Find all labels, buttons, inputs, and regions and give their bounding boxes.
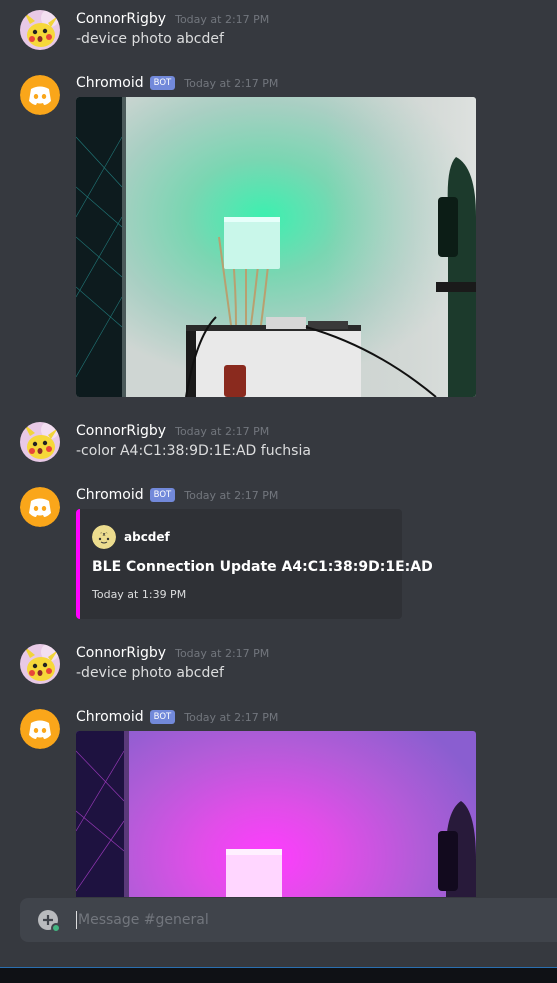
bot-tag: BOT xyxy=(149,710,176,724)
message-header: Chromoid BOT Today at 2:17 PM xyxy=(76,707,278,727)
user-avatar[interactable] xyxy=(20,10,60,50)
message-composer xyxy=(20,898,557,942)
message-header: ConnorRigby Today at 2:17 PM xyxy=(76,643,269,663)
message-text: -color A4:C1:38:9D:1E:AD fuchsia xyxy=(76,443,311,459)
pikachu-avatar-icon xyxy=(20,644,60,684)
timestamp: Today at 2:17 PM xyxy=(184,76,279,90)
discord-logo-icon xyxy=(20,709,60,749)
message-input[interactable] xyxy=(78,898,548,942)
embed-author: ᵔᴥᵔ abcdef xyxy=(92,525,170,549)
username[interactable]: ConnorRigby xyxy=(76,11,166,27)
username[interactable]: Chromoid xyxy=(76,487,144,503)
pikachu-avatar-icon xyxy=(20,10,60,50)
photo-attachment[interactable] xyxy=(76,97,476,397)
text-caret xyxy=(76,911,77,929)
message-text: -device photo abcdef xyxy=(76,665,224,681)
bot-avatar[interactable] xyxy=(20,487,60,527)
svg-text:ᵔᴥᵔ: ᵔᴥᵔ xyxy=(100,532,107,538)
discord-logo-icon xyxy=(20,75,60,115)
username[interactable]: Chromoid xyxy=(76,75,144,91)
bot-avatar[interactable] xyxy=(20,709,60,749)
embed-author-icon: ᵔᴥᵔ xyxy=(92,525,116,549)
username[interactable]: ConnorRigby xyxy=(76,645,166,661)
pikachu-avatar-icon xyxy=(20,422,60,462)
timestamp: Today at 2:17 PM xyxy=(175,646,270,660)
username[interactable]: ConnorRigby xyxy=(76,423,166,439)
message-header: Chromoid BOT Today at 2:17 PM xyxy=(76,485,278,505)
plus-circle-icon[interactable] xyxy=(38,910,61,933)
message-header: Chromoid BOT Today at 2:17 PM xyxy=(76,73,278,93)
timestamp: Today at 2:17 PM xyxy=(175,424,270,438)
user-avatar[interactable] xyxy=(20,644,60,684)
embed-title: BLE Connection Update A4:C1:38:9D:1E:AD xyxy=(92,559,433,575)
bot-tag: BOT xyxy=(149,488,176,502)
bot-avatar[interactable] xyxy=(20,75,60,115)
message-header: ConnorRigby Today at 2:17 PM xyxy=(76,421,269,441)
rich-embed: ᵔᴥᵔ abcdef BLE Connection Update A4:C1:3… xyxy=(76,509,433,619)
discord-logo-icon xyxy=(20,487,60,527)
composer-area xyxy=(0,897,557,967)
upload-badge-icon xyxy=(51,923,61,933)
timestamp: Today at 2:17 PM xyxy=(184,710,279,724)
user-avatar[interactable] xyxy=(20,422,60,462)
username[interactable]: Chromoid xyxy=(76,709,144,725)
system-taskbar xyxy=(0,967,557,983)
message-list[interactable]: ConnorRigby Today at 2:17 PM -device pho… xyxy=(0,0,557,897)
bot-tag: BOT xyxy=(149,76,176,90)
embed-footer: Today at 1:39 PM xyxy=(92,588,187,601)
message-header: ConnorRigby Today at 2:17 PM xyxy=(76,9,269,29)
timestamp: Today at 2:17 PM xyxy=(184,488,279,502)
photo-attachment[interactable] xyxy=(76,731,476,897)
embed-author-name[interactable]: abcdef xyxy=(124,530,170,544)
timestamp: Today at 2:17 PM xyxy=(175,12,270,26)
lamp-green-photo xyxy=(76,97,476,397)
lamp-fuchsia-photo xyxy=(76,731,476,897)
message-text: -device photo abcdef xyxy=(76,31,224,47)
